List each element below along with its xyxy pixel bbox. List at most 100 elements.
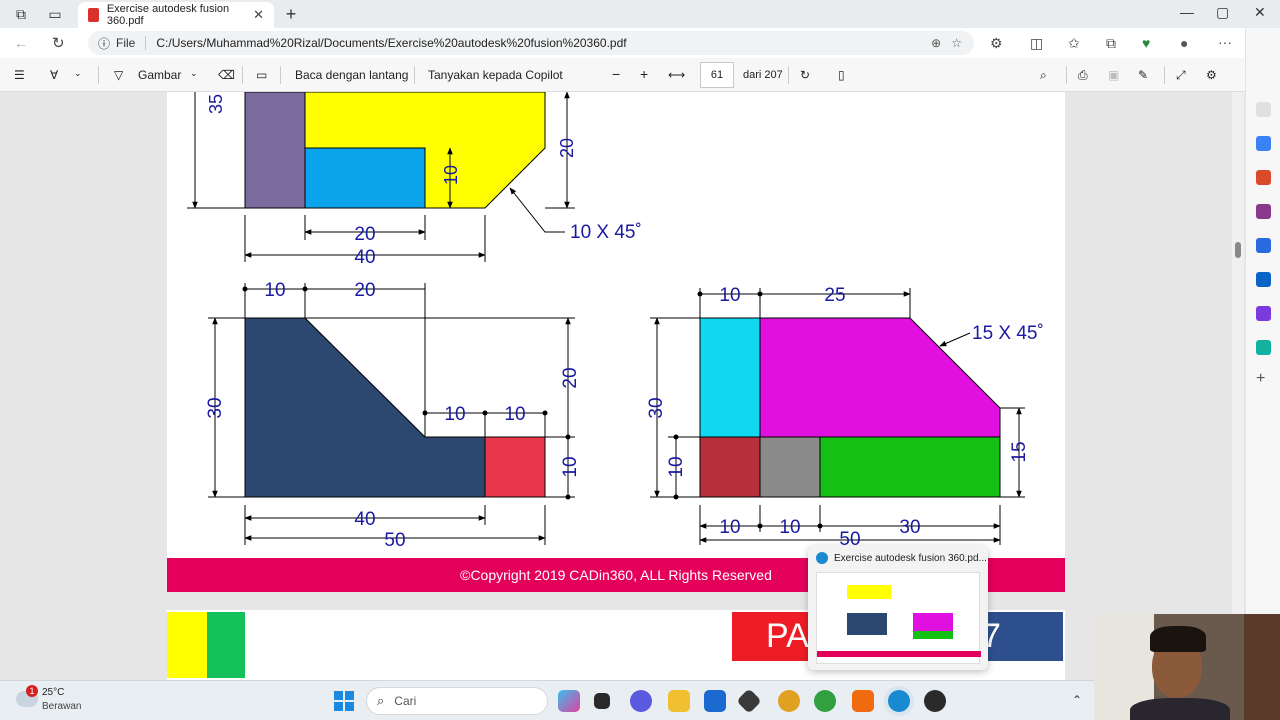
favorites-icon[interactable]: ✩ (1068, 35, 1080, 52)
highlight-dropdown-icon[interactable]: ⌄ (74, 68, 82, 79)
read-aloud-button[interactable]: Baca dengan lantang (295, 68, 408, 82)
chrome-icon[interactable] (778, 690, 800, 712)
collections-icon[interactable]: ⧉ (1106, 35, 1116, 52)
page-view-icon[interactable]: ▯ (838, 68, 845, 82)
fit-width-icon[interactable]: ⟷ (668, 68, 685, 82)
search-icon[interactable] (1256, 102, 1271, 117)
more-options-icon[interactable]: ··· (1218, 34, 1232, 50)
show-hidden-icons-icon[interactable]: ⌃ (1072, 693, 1082, 707)
red-block (484, 436, 546, 498)
draw-dropdown-icon[interactable]: ⌄ (190, 68, 198, 79)
taskbar: 1 25°C Berawan ⌕ Cari ⌃ (0, 680, 1280, 720)
close-window-icon[interactable]: ✕ (1254, 4, 1266, 21)
preview-title: Exercise autodesk fusion 360.pd... (834, 553, 987, 564)
refresh-icon[interactable]: ↻ (52, 34, 65, 52)
draw-icon[interactable]: ▽ (114, 68, 123, 82)
highlight-icon[interactable]: ∀ (50, 68, 58, 82)
games-icon[interactable] (1256, 204, 1271, 219)
tab-actions-icon[interactable]: ▭ (46, 5, 64, 23)
search-doc-icon[interactable]: ⌕ (1040, 68, 1047, 83)
designer-icon[interactable] (1256, 306, 1271, 321)
dim-label: 50 (384, 530, 405, 551)
taskbar-search[interactable]: ⌕ Cari (366, 687, 548, 715)
webcam-overlay (1094, 614, 1280, 720)
tools-icon[interactable] (1256, 170, 1271, 185)
pdf-viewer[interactable]: 35 20 10 20 40 10 X 45˚ 10 20 30 20 10 1… (0, 92, 1232, 680)
url-text: C:/Users/Muhammad%20Rizal/Documents/Exer… (156, 36, 627, 50)
edge-taskbar-icon[interactable] (888, 690, 910, 712)
zoom-icon[interactable]: ⊕ (931, 36, 941, 50)
copilot-app-icon[interactable] (558, 690, 580, 712)
back-icon[interactable]: ← (14, 35, 28, 51)
info-icon[interactable]: ⓘ (98, 35, 110, 52)
browser-tab[interactable]: Exercise autodesk fusion 360.pdf ✕ (78, 2, 274, 28)
dim-label: 10 (719, 285, 740, 306)
weather-badge: 1 (26, 685, 38, 697)
zoom-out-icon[interactable]: − (612, 66, 620, 82)
pdf-page: 35 20 10 20 40 10 X 45˚ 10 20 30 20 10 1… (167, 92, 1065, 592)
rotate-icon[interactable]: ↻ (800, 68, 810, 82)
page-number-input[interactable]: 61 (700, 62, 734, 88)
zoom-in-icon[interactable]: + (640, 66, 648, 82)
save-icon[interactable]: ▣ (1108, 68, 1119, 82)
fullscreen-icon[interactable]: ⤢ (1176, 68, 1186, 83)
windows-start-icon[interactable] (334, 691, 354, 711)
fusion360-icon[interactable] (852, 690, 874, 712)
copilot-button[interactable]: Tanyakan kepada Copilot (428, 68, 563, 82)
file-explorer-icon[interactable] (668, 690, 690, 712)
outlook-icon[interactable] (1256, 272, 1271, 287)
close-tab-icon[interactable]: ✕ (253, 7, 264, 23)
profile-icon[interactable]: ● (1180, 35, 1188, 51)
eraser-icon[interactable]: ⌫ (218, 68, 235, 82)
settings-gear-icon[interactable]: ⚙ (1206, 68, 1217, 82)
dim-label: 30 (899, 517, 920, 538)
browser-essentials-icon[interactable]: ♥ (1142, 35, 1150, 51)
chrome-profile-icon[interactable] (814, 690, 836, 712)
favorite-star-icon[interactable]: ☆ (951, 36, 962, 50)
add-sidebar-app-icon[interactable]: + (1256, 370, 1265, 388)
minimize-icon[interactable]: — (1180, 4, 1194, 20)
microsoft365-icon[interactable] (1256, 238, 1271, 253)
scrollbar[interactable] (1232, 92, 1244, 680)
taskbar-preview[interactable]: Exercise autodesk fusion 360.pd... (808, 546, 988, 670)
green-strip (207, 612, 245, 678)
new-tab-icon[interactable]: + (282, 5, 300, 23)
url-field[interactable]: ⓘ File C:/Users/Muhammad%20Rizal/Documen… (88, 31, 974, 55)
dim-label: 10 (264, 280, 285, 301)
weather-temp[interactable]: 25°C (42, 687, 64, 698)
store-icon[interactable] (704, 690, 726, 712)
drawing-canvas: 35 20 10 20 40 10 X 45˚ 10 20 30 20 10 1… (187, 92, 1044, 551)
address-bar: ← ↻ ⓘ File C:/Users/Muhammad%20Rizal/Doc… (0, 28, 1280, 58)
scrollbar-thumb[interactable] (1235, 242, 1241, 258)
contents-icon[interactable]: ☰ (14, 68, 25, 82)
chamfer-label: 10 X 45˚ (570, 222, 642, 243)
yellow-strip (167, 612, 207, 678)
split-screen-icon[interactable]: ◫ (1030, 35, 1043, 52)
print-icon[interactable]: ⎙ (1078, 68, 1088, 83)
draw-button[interactable]: Gambar (138, 68, 181, 82)
maximize-icon[interactable]: ▢ (1216, 4, 1229, 21)
dim-label: 20 (560, 367, 581, 388)
dim-label: 10 (441, 165, 461, 185)
dim-label: 30 (646, 397, 667, 418)
edge-icon (816, 552, 828, 564)
app-cube-icon[interactable] (736, 688, 762, 714)
weather-desc[interactable]: Berawan (42, 701, 81, 712)
obs-icon[interactable] (924, 690, 946, 712)
search-icon: ⌕ (377, 693, 385, 708)
dim-label: 20 (557, 138, 577, 158)
save-as-icon[interactable]: ✎ (1138, 68, 1148, 82)
teams-icon[interactable] (630, 690, 652, 712)
drop-icon[interactable] (1256, 340, 1271, 355)
darkred-block (699, 436, 761, 498)
blue-block (304, 147, 426, 209)
task-view-icon[interactable] (594, 693, 610, 709)
extensions-icon[interactable]: ⚙ (990, 35, 1003, 52)
shopping-icon[interactable] (1256, 136, 1271, 151)
gray-block (759, 436, 821, 498)
add-text-icon[interactable]: ▭ (256, 68, 267, 82)
pdf-icon (88, 8, 99, 22)
dim-label: 15 (1009, 441, 1030, 462)
workspaces-icon[interactable]: ⧉ (12, 5, 30, 23)
drawing-2: 10 20 30 20 10 10 10 40 50 (205, 280, 581, 551)
